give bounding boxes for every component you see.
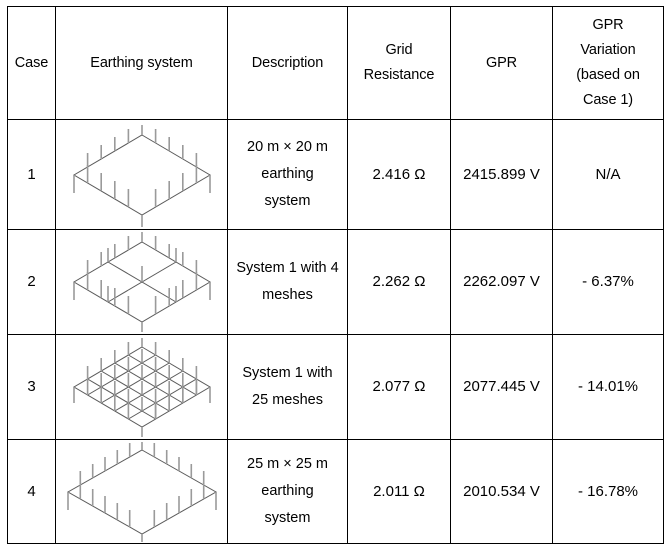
earthing-grid-5x5-icon (56, 337, 227, 437)
cell-case-number: 2 (7, 229, 56, 335)
table-header: Case Earthing system Description Grid Re… (7, 6, 664, 120)
description-line: 20 m × 20 m (247, 139, 328, 155)
header-line: Resistance (363, 67, 435, 83)
description-line: system (264, 193, 311, 209)
cell-gpr-variation: - 16.78% (552, 439, 664, 544)
cell-case-number: 3 (7, 334, 56, 440)
cell-grid-resistance: 2.011 Ω (347, 439, 451, 544)
description-line: meshes (262, 287, 313, 303)
cell-description: 25 m × 25 m earthing system (227, 439, 348, 544)
table-row: 1 20 m × 20 m earthing system 2.416 Ω 24… (7, 119, 664, 230)
column-header-grid-resistance: Grid Resistance (347, 6, 451, 120)
header-row: Case Earthing system Description Grid Re… (7, 6, 664, 120)
column-header-case: Case (7, 6, 56, 120)
cell-gpr: 2415.899 V (450, 119, 553, 230)
header-line: Description (251, 54, 324, 71)
description-line: 25 m × 25 m (247, 456, 328, 472)
cell-description: System 1 with 25 meshes (227, 334, 348, 440)
cell-grid-resistance: 2.416 Ω (347, 119, 451, 230)
description-line: System 1 with 4 (236, 260, 339, 276)
column-header-description: Description (227, 6, 348, 120)
cell-earthing-system-diagram (55, 229, 228, 335)
description-line: earthing (261, 166, 314, 182)
cell-gpr-variation: - 6.37% (552, 229, 664, 335)
cell-gpr: 2010.534 V (450, 439, 553, 544)
cell-case-number: 4 (7, 439, 56, 544)
cell-gpr: 2077.445 V (450, 334, 553, 440)
description-line: 25 meshes (252, 392, 323, 408)
column-header-gpr-variation: GPR Variation (based on Case 1) (552, 6, 664, 120)
table-row: 3 System 1 with 25 meshes 2.077 Ω 2077.4… (7, 334, 664, 440)
earthing-system-comparison-table: Case Earthing system Description Grid Re… (7, 6, 664, 544)
column-header-earthing-system: Earthing system (55, 6, 228, 120)
cell-gpr-variation: N/A (552, 119, 664, 230)
description-line: System 1 with (242, 365, 333, 381)
earthing-grid-1x1-icon (56, 123, 227, 227)
cell-earthing-system-diagram (55, 119, 228, 230)
cell-earthing-system-diagram (55, 439, 228, 544)
table-body: 1 20 m × 20 m earthing system 2.416 Ω 24… (7, 119, 664, 544)
earthing-grid-2x2-icon (56, 232, 227, 332)
header-line: GPR (592, 17, 624, 33)
description-line: earthing (261, 483, 314, 499)
cell-gpr: 2262.097 V (450, 229, 553, 335)
cell-description: System 1 with 4 meshes (227, 229, 348, 335)
header-line: GPR (485, 54, 518, 71)
table-row: 4 25 m × 25 m earthing system 2.011 Ω 20… (7, 439, 664, 544)
description-line: system (264, 510, 311, 526)
table-row: 2 System 1 with 4 meshes 2.262 Ω 2262.09… (7, 229, 664, 335)
header-line: Case (14, 54, 49, 71)
header-line: Grid (385, 42, 413, 58)
table-page: Case Earthing system Description Grid Re… (0, 0, 670, 548)
cell-earthing-system-diagram (55, 334, 228, 440)
header-line: (based on (576, 67, 640, 83)
earthing-grid-large-icon (56, 441, 227, 542)
cell-grid-resistance: 2.077 Ω (347, 334, 451, 440)
column-header-gpr: GPR (450, 6, 553, 120)
header-line: Earthing system (90, 54, 193, 71)
cell-gpr-variation: - 14.01% (552, 334, 664, 440)
cell-case-number: 1 (7, 119, 56, 230)
cell-grid-resistance: 2.262 Ω (347, 229, 451, 335)
header-line: Case 1) (582, 92, 634, 108)
header-line: Variation (580, 42, 636, 58)
cell-description: 20 m × 20 m earthing system (227, 119, 348, 230)
